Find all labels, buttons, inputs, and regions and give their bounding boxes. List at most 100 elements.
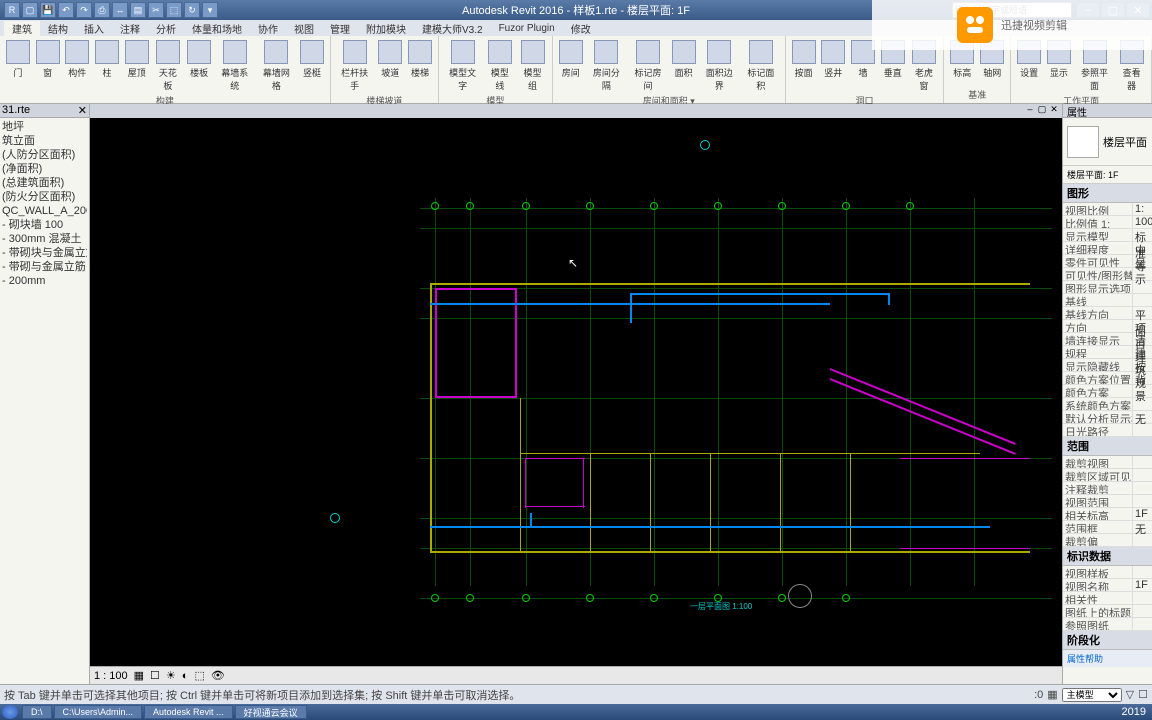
ribbon-tool[interactable]: 坡道 — [376, 38, 404, 94]
prop-value[interactable] — [1132, 385, 1152, 397]
prop-row[interactable]: 可见性/图形替换 — [1063, 268, 1152, 281]
prop-row[interactable]: 零件可见性显示 — [1063, 255, 1152, 268]
prop-value[interactable]: 无 — [1132, 411, 1152, 423]
tab-architecture[interactable]: 建筑 — [4, 21, 40, 36]
visual-style-icon[interactable]: ☐ — [150, 669, 160, 682]
prop-value[interactable]: 中等 — [1132, 242, 1152, 254]
tree-item[interactable]: - 200mm — [2, 274, 87, 288]
props-instance[interactable]: 楼层平面: 1F — [1063, 166, 1152, 184]
prop-row[interactable]: 规程建筑 — [1063, 346, 1152, 359]
prop-value[interactable]: 标准 — [1132, 229, 1152, 241]
ribbon-tool[interactable]: 幕墙系统 — [215, 38, 255, 94]
ribbon-tool[interactable]: 窗 — [34, 38, 62, 94]
prop-value[interactable] — [1132, 592, 1152, 604]
detail-level-icon[interactable]: ▦ — [134, 669, 144, 682]
tab-collab[interactable]: 协作 — [250, 21, 286, 36]
tab-massing[interactable]: 体量和场地 — [184, 21, 250, 36]
prop-row[interactable]: 裁剪偏 — [1063, 534, 1152, 547]
browser-close-icon[interactable]: ✕ — [78, 104, 87, 117]
tab-plugin2[interactable]: Fuzor Plugin — [491, 23, 563, 34]
qat-align[interactable]: ▤ — [130, 2, 146, 18]
tree-item[interactable]: (人防分区面积) — [2, 148, 87, 162]
prop-value[interactable]: 清理 — [1132, 333, 1152, 345]
ribbon-tool[interactable]: 屋顶 — [123, 38, 151, 94]
crop-icon[interactable]: ⬚ — [194, 669, 204, 682]
task-explorer1[interactable]: D:\ — [22, 705, 52, 719]
qat-switch[interactable]: ▾ — [202, 2, 218, 18]
canvas-maximize-icon[interactable]: ▢ — [1036, 104, 1048, 116]
prop-group-header[interactable]: 阶段化 — [1063, 631, 1152, 650]
ribbon-tool[interactable]: 标记面积 — [741, 38, 781, 94]
prop-value[interactable] — [1132, 294, 1152, 306]
ribbon-tool[interactable]: 模型线 — [484, 38, 515, 94]
tree-item[interactable]: - 带砌与金属立筋 — [2, 260, 87, 274]
qat-sync[interactable]: ↻ — [184, 2, 200, 18]
prop-value[interactable]: 100 — [1132, 216, 1152, 228]
ribbon-tool[interactable]: 房间 — [557, 38, 585, 94]
ribbon-tool[interactable]: 门 — [4, 38, 32, 94]
prop-value[interactable] — [1132, 469, 1152, 481]
prop-row[interactable]: 日光路径 — [1063, 424, 1152, 437]
props-help-link[interactable]: 属性帮助 — [1063, 650, 1152, 667]
project-browser[interactable]: 31.rte ✕ 地坪筑立面(人防分区面积)(净面积)(总建筑面积)(防火分区面… — [0, 104, 90, 684]
tab-annotate[interactable]: 注释 — [112, 21, 148, 36]
ribbon-tool[interactable]: 柱 — [93, 38, 121, 94]
prop-value[interactable] — [1132, 605, 1152, 617]
qat-print[interactable]: ⎙ — [94, 2, 110, 18]
prop-value[interactable]: 建筑 — [1132, 346, 1152, 358]
prop-row[interactable]: 视图名称1F — [1063, 579, 1152, 592]
tree-item[interactable]: QC_WALL_A_200mm — [2, 204, 87, 218]
ribbon-tool[interactable]: 标记房间 — [628, 38, 668, 94]
prop-row[interactable]: 方向项目 — [1063, 320, 1152, 333]
elevation-marker[interactable] — [330, 513, 340, 523]
floor-plan[interactable]: 一层平面图 1:100 ↖ — [90, 118, 1062, 666]
elevation-marker[interactable] — [700, 140, 710, 150]
canvas-minimize-icon[interactable]: – — [1024, 104, 1036, 116]
prop-value[interactable]: 背景 — [1132, 372, 1152, 384]
start-button[interactable] — [2, 705, 18, 719]
prop-row[interactable]: 视图比例1: — [1063, 203, 1152, 216]
prop-row[interactable]: 显示隐藏线按规 — [1063, 359, 1152, 372]
ribbon-tool[interactable]: 栏杆扶手 — [335, 38, 375, 94]
prop-value[interactable] — [1132, 268, 1152, 280]
prop-row[interactable]: 视图样板 — [1063, 566, 1152, 579]
ribbon-tool[interactable]: 天花板 — [153, 38, 184, 94]
prop-row[interactable]: 基线 — [1063, 294, 1152, 307]
prop-row[interactable]: 裁剪视图 — [1063, 456, 1152, 469]
qat-redo[interactable]: ↷ — [76, 2, 92, 18]
prop-value[interactable]: 1F — [1132, 508, 1152, 520]
prop-value[interactable]: 无 — [1132, 521, 1152, 533]
prop-row[interactable]: 墙连接显示清理 — [1063, 333, 1152, 346]
qat-app-icon[interactable]: R — [4, 2, 20, 18]
status-filter-icon[interactable]: ▽ — [1126, 688, 1134, 701]
task-meeting[interactable]: 好视通云会议 — [235, 705, 307, 719]
ribbon-tool[interactable]: 面积 — [670, 38, 698, 94]
prop-group-header[interactable]: 范围 — [1063, 437, 1152, 456]
hide-icon[interactable]: 👁 — [211, 669, 225, 682]
prop-value[interactable] — [1132, 618, 1152, 630]
ribbon-tool[interactable]: 模型文字 — [443, 38, 483, 94]
prop-row[interactable]: 默认分析显示样式无 — [1063, 411, 1152, 424]
prop-row[interactable]: 相关标高1F — [1063, 508, 1152, 521]
prop-value[interactable] — [1132, 482, 1152, 494]
prop-value[interactable] — [1132, 534, 1152, 546]
qat-open[interactable]: ▢ — [22, 2, 38, 18]
tab-modify[interactable]: 修改 — [563, 21, 599, 36]
task-explorer2[interactable]: C:\Users\Admin... — [54, 705, 143, 719]
prop-row[interactable]: 裁剪区域可见 — [1063, 469, 1152, 482]
prop-value[interactable] — [1132, 398, 1152, 410]
tab-insert[interactable]: 插入 — [76, 21, 112, 36]
status-model-select[interactable]: 主模型 — [1062, 688, 1122, 702]
tab-plugin1[interactable]: 建模大师V3.2 — [414, 21, 491, 36]
prop-row[interactable]: 参照图纸 — [1063, 618, 1152, 631]
properties-panel[interactable]: 属性 楼层平面 楼层平面: 1F 图形视图比例1:比例值 1:100显示模型标准… — [1062, 104, 1152, 684]
qat-save[interactable]: 💾 — [40, 2, 56, 18]
prop-value[interactable]: 显示 — [1132, 255, 1152, 267]
tree-item[interactable]: (总建筑面积) — [2, 176, 87, 190]
ribbon-tool[interactable]: 竖井 — [819, 38, 847, 94]
tree-item[interactable]: - 300mm 混凝土 — [2, 232, 87, 246]
qat-3d[interactable]: ⬚ — [166, 2, 182, 18]
ribbon-tool[interactable]: 房间分隔 — [587, 38, 627, 94]
prop-row[interactable]: 图纸上的标题 — [1063, 605, 1152, 618]
shadows-icon[interactable]: ◐ — [182, 670, 189, 682]
